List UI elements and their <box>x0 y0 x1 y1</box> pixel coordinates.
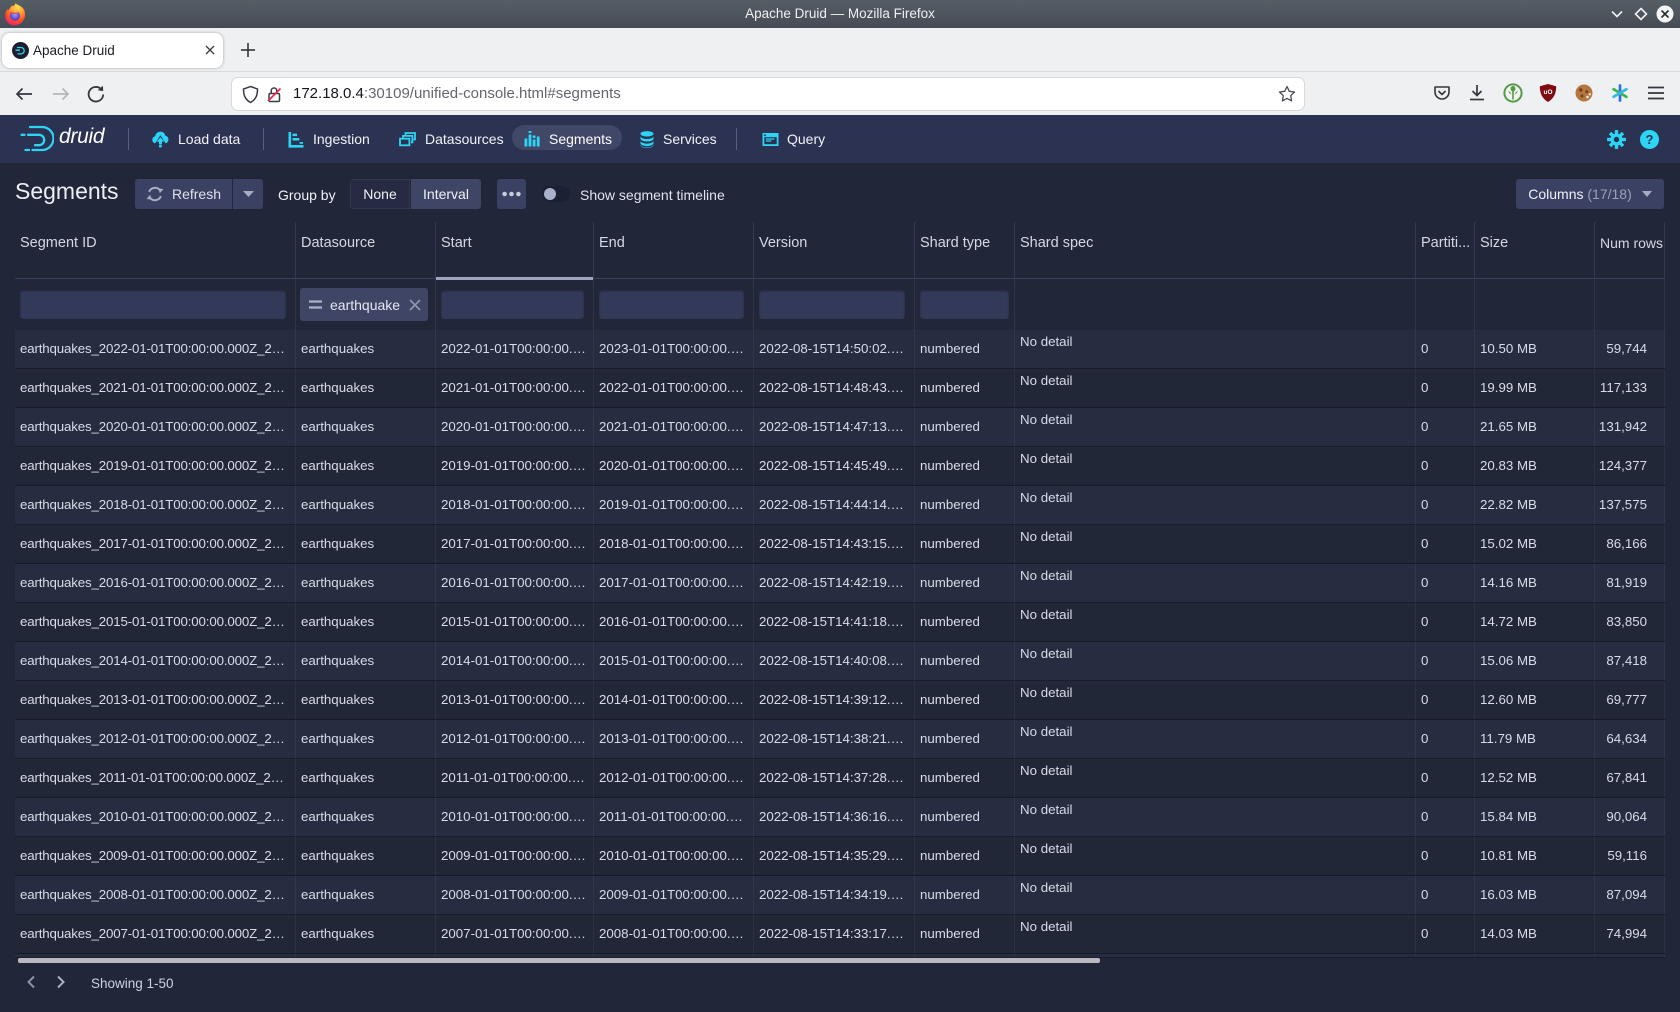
svg-text:uO: uO <box>1543 89 1552 96</box>
svg-text:?: ? <box>1646 132 1654 147</box>
